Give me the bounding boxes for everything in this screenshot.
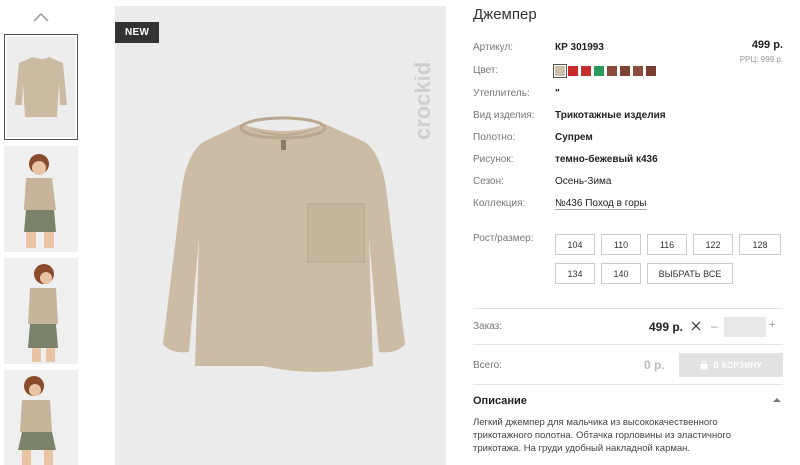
- order-label: Заказ:: [473, 321, 503, 332]
- divider: [473, 308, 783, 309]
- model-side-image: [28, 264, 58, 362]
- model-seated-image: [18, 376, 56, 465]
- total-value: 0 р.: [644, 358, 665, 372]
- size-button-134[interactable]: 134: [555, 263, 595, 284]
- color-swatches: [553, 64, 656, 78]
- spec-value: Супрем: [555, 132, 593, 143]
- color-swatch[interactable]: [594, 66, 604, 76]
- size-button-128[interactable]: 128: [739, 234, 781, 255]
- color-swatch[interactable]: [620, 66, 630, 76]
- color-swatch[interactable]: [553, 64, 567, 78]
- divider: [473, 384, 783, 385]
- add-to-cart-label: В КОРЗИНУ: [713, 360, 762, 370]
- thumbnail-list: [4, 34, 82, 465]
- description-title[interactable]: Описание: [473, 395, 527, 407]
- caret-up-icon[interactable]: [773, 397, 781, 403]
- spec-key: Рисунок:: [473, 154, 514, 165]
- order-price: 499 р.: [649, 320, 684, 334]
- spec-key: Полотно:: [473, 132, 516, 143]
- spec-value: Осень-Зима: [555, 176, 612, 187]
- spec-key: Сезон:: [473, 176, 504, 187]
- size-button-104[interactable]: 104: [555, 234, 595, 255]
- divider: [473, 344, 783, 345]
- color-swatch[interactable]: [568, 66, 578, 76]
- thumbnail-model-side[interactable]: [4, 258, 78, 364]
- product-main-image[interactable]: NEW crockid: [115, 6, 446, 465]
- thumbnail-model-seated[interactable]: [4, 370, 78, 465]
- thumbnail-jumper[interactable]: [4, 34, 78, 140]
- select-all-sizes-button[interactable]: ВЫБРАТЬ ВСЕ: [647, 263, 733, 284]
- spec-value: Трикотажные изделия: [555, 110, 666, 121]
- spec-key: Рост/размер:: [473, 233, 534, 244]
- size-button-116[interactable]: 116: [647, 234, 687, 255]
- increase-quantity-button[interactable]: +: [769, 319, 775, 331]
- jumper-thumb-image: [15, 57, 67, 117]
- size-button-140[interactable]: 140: [601, 263, 641, 284]
- thumbnail-model-front[interactable]: [4, 146, 78, 252]
- add-to-cart-button[interactable]: В КОРЗИНУ: [679, 353, 783, 377]
- color-swatch[interactable]: [581, 66, 591, 76]
- spec-key: Цвет:: [473, 65, 499, 76]
- spec-key: Вид изделия:: [473, 110, 535, 121]
- spec-key: Артикул:: [473, 42, 514, 53]
- recommended-price: РРЦ: 999 р.: [739, 55, 783, 64]
- product-price: 499 р.: [751, 39, 783, 51]
- chevron-up-icon[interactable]: [32, 10, 50, 24]
- spec-value: ": [555, 88, 560, 99]
- size-button-110[interactable]: 110: [601, 234, 641, 255]
- spec-value: темно-бежевый к436: [555, 154, 658, 165]
- color-swatch[interactable]: [633, 66, 643, 76]
- color-swatch[interactable]: [607, 66, 617, 76]
- decrease-quantity-button[interactable]: –: [711, 319, 718, 333]
- collection-link[interactable]: №436 Поход в горы: [555, 198, 647, 209]
- color-swatch[interactable]: [646, 66, 656, 76]
- close-icon[interactable]: [691, 321, 701, 331]
- cart-bag-icon: [700, 360, 708, 369]
- size-button-122[interactable]: 122: [693, 234, 733, 255]
- spec-key: Утеплитель:: [473, 88, 530, 99]
- quantity-input[interactable]: [724, 317, 766, 337]
- total-label: Всего:: [473, 360, 502, 371]
- spec-key: Коллекция:: [473, 198, 526, 209]
- description-text: Легкий джемпер для мальчика из высококач…: [473, 417, 732, 454]
- spec-value: КР 301993: [555, 42, 604, 53]
- product-title: Джемпер: [473, 6, 537, 23]
- jumper-image: [163, 116, 405, 372]
- model-front-image: [24, 154, 56, 248]
